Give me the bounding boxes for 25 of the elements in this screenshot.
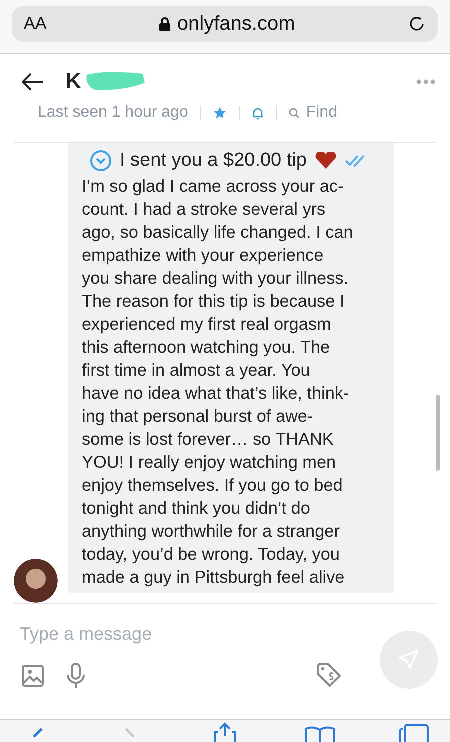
url-text: onlyfans.com (177, 12, 296, 36)
contact-name: K (66, 70, 82, 94)
microphone-icon[interactable] (66, 663, 86, 689)
tabs-icon[interactable] (398, 724, 430, 742)
more-icon[interactable] (416, 79, 436, 85)
address-bar[interactable]: AA onlyfans.com (12, 6, 438, 42)
reload-icon[interactable] (408, 15, 426, 33)
price-tag-icon[interactable] (316, 662, 342, 688)
text-size-button[interactable]: AA (24, 14, 47, 34)
image-icon[interactable] (22, 665, 44, 687)
read-receipt-icon (344, 154, 367, 168)
search-icon (289, 108, 300, 118)
avatar[interactable] (14, 559, 58, 603)
share-icon[interactable] (212, 722, 238, 742)
lock-icon (159, 16, 172, 32)
bell-icon[interactable] (252, 106, 264, 120)
bookmarks-icon[interactable] (305, 726, 335, 742)
heart-icon (314, 152, 337, 170)
message-input[interactable]: Type a message (20, 624, 320, 645)
redaction-mark (85, 71, 148, 93)
last-seen-text: Last seen 1 hour ago (38, 104, 188, 122)
tip-text: I sent you a $20.00 tip (120, 150, 307, 172)
star-icon[interactable] (213, 106, 228, 120)
message-text: I’m so glad I came across your ac- count. I had a stroke several yrs ago, so basically life changed. I can empathize with your experience you share dealing with your illness. The reason for this tip is because I experienced my first real orgasm this afternoon watching you. The first time in almost a year. You have no idea what that’s like, think- ing that personal burst of awe- some is lost forever… so THANK YOU! I really enjoy watching men enjoy themselves. If you go to bed tonight and think you didn’t do anything worthwhile for a stranger today, you’d be wrong. Today, you made a guy in Pittsburgh feel alive (82, 175, 354, 589)
back-arrow-icon[interactable] (22, 73, 44, 91)
